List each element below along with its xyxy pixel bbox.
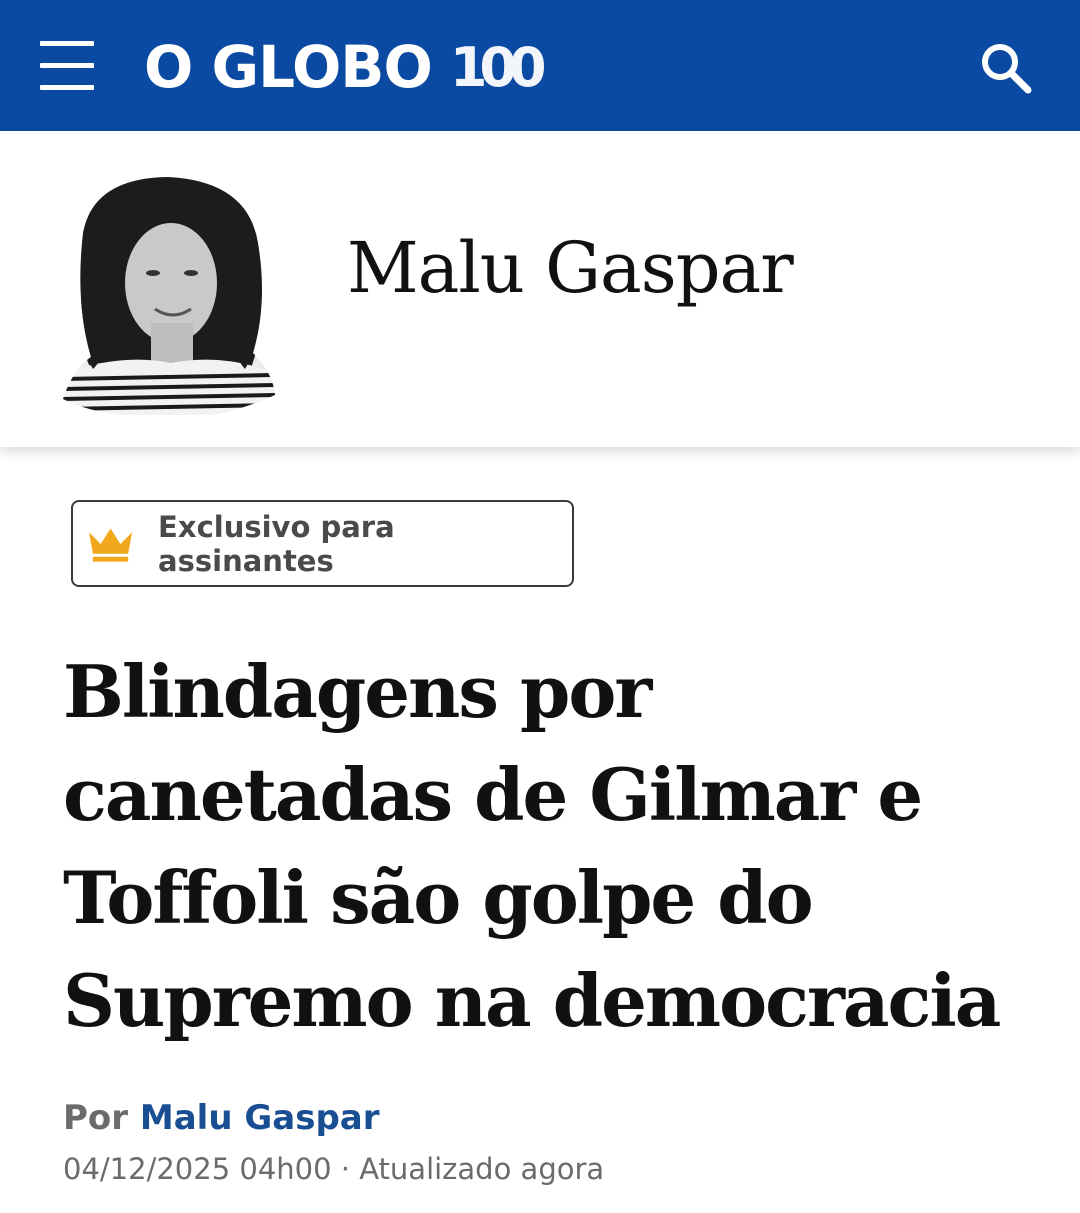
subscriber-exclusive-badge: Exclusivo para assinantes [71, 500, 574, 587]
crown-icon [88, 527, 133, 562]
site-logo[interactable]: O GLOBO 100 [144, 24, 547, 110]
byline: Por Malu Gaspar [63, 1098, 380, 1138]
menu-line [40, 41, 94, 46]
top-header-bar: O GLOBO 100 [0, 0, 1080, 131]
logo-100-badge: 100 [449, 35, 547, 99]
logo-text: O GLOBO [144, 33, 433, 101]
byline-prefix: Por [63, 1098, 129, 1138]
article-dateline: 04/12/2025 04h00 · Atualizado agora [63, 1152, 604, 1186]
byline-author-link[interactable]: Malu Gaspar [140, 1098, 380, 1138]
menu-line [40, 85, 94, 90]
hamburger-menu-icon[interactable] [40, 38, 96, 94]
author-avatar[interactable] [63, 173, 275, 415]
date-separator: · [340, 1152, 350, 1186]
author-name[interactable]: Malu Gaspar [347, 227, 794, 309]
article-headline: Blindagens por canetadas de Gilmar e Tof… [63, 649, 1001, 1043]
menu-line [40, 63, 94, 68]
publish-date: 04/12/2025 04h00 [63, 1152, 332, 1186]
search-icon[interactable] [978, 40, 1034, 96]
exclusive-label: Exclusivo para assinantes [158, 509, 395, 578]
columnist-header: Malu Gaspar [0, 131, 1080, 447]
updated-status: Atualizado agora [359, 1152, 605, 1186]
